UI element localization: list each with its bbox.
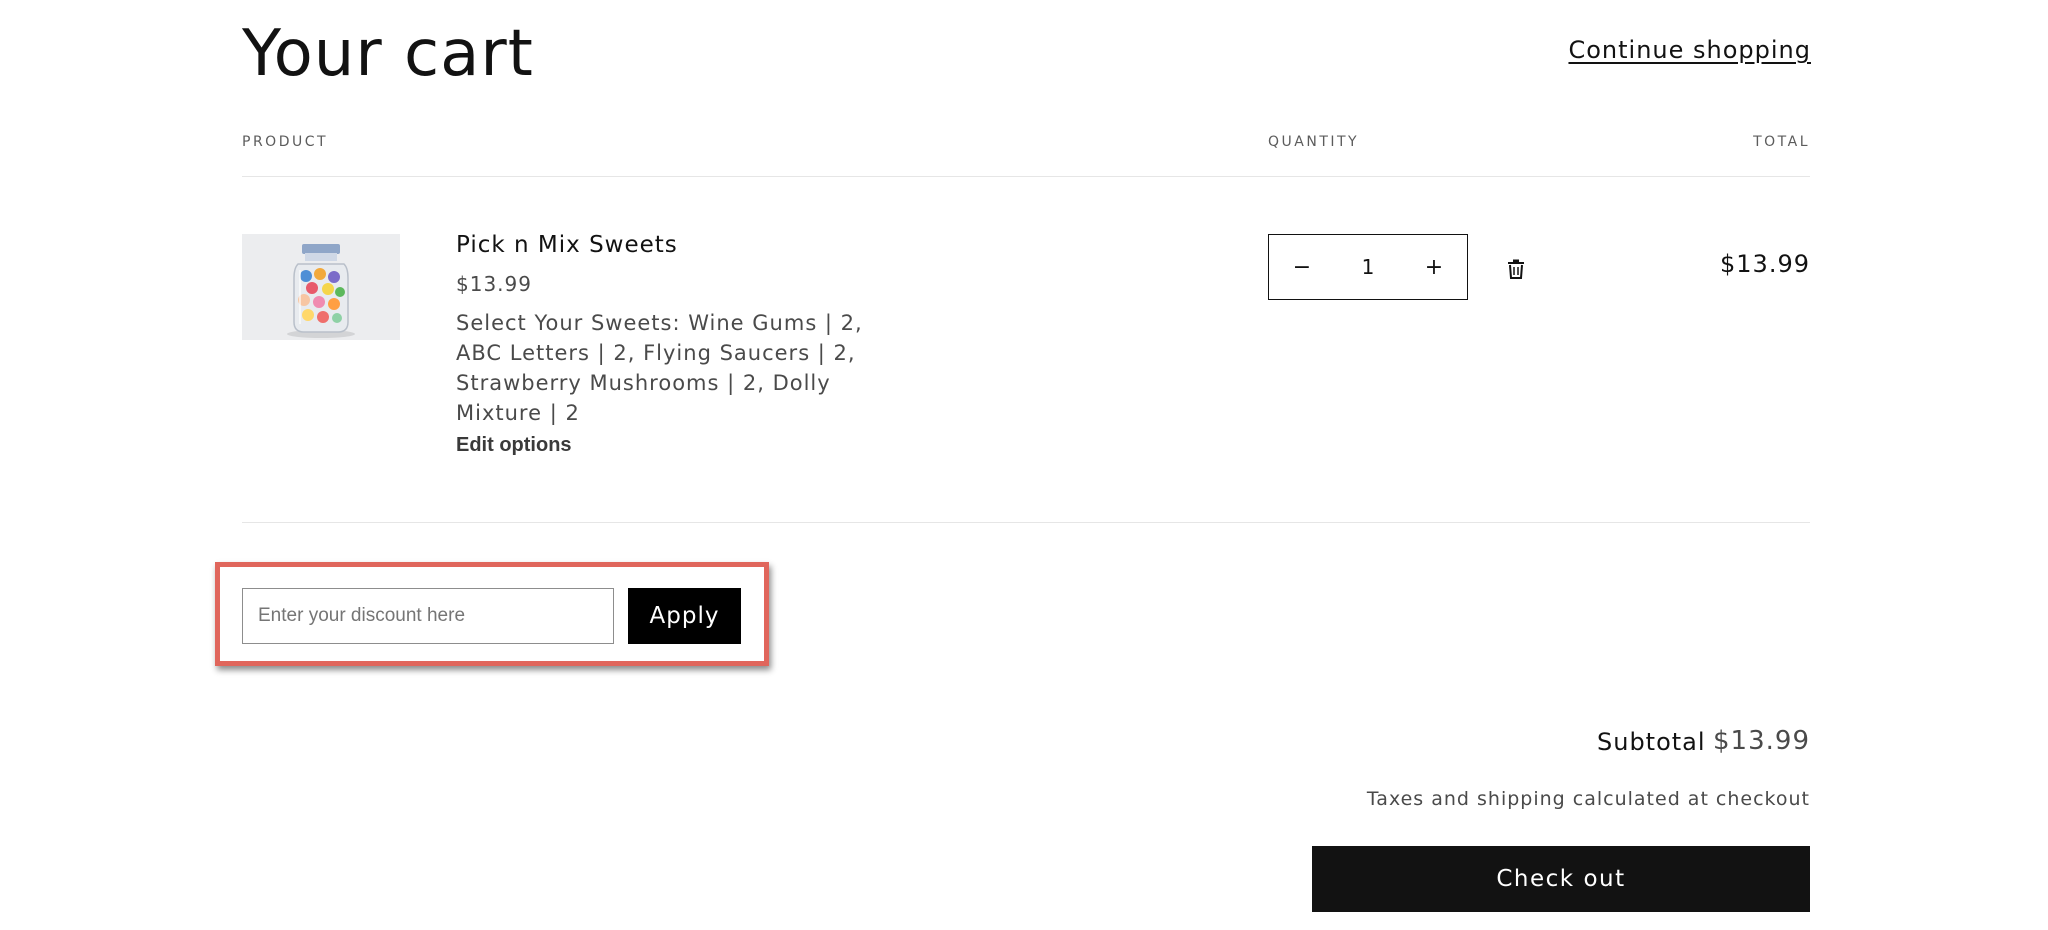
- product-options: Select Your Sweets: Wine Gums | 2, ABC L…: [456, 311, 863, 425]
- apply-discount-button[interactable]: Apply: [628, 588, 741, 644]
- column-header-total: TOTAL: [1753, 134, 1810, 150]
- product-image[interactable]: [242, 234, 400, 340]
- header-divider: [242, 176, 1810, 177]
- page-title: Your cart: [242, 17, 534, 91]
- trash-icon: [1508, 259, 1524, 279]
- items-divider: [242, 522, 1810, 523]
- product-name[interactable]: Pick n Mix Sweets: [456, 232, 678, 258]
- line-item-total: $13.99: [1720, 250, 1810, 278]
- column-header-product: PRODUCT: [242, 134, 329, 150]
- column-header-quantity: QUANTITY: [1268, 134, 1360, 150]
- product-unit-price: $13.99: [456, 272, 532, 296]
- cart-page: Your cart Continue shopping PRODUCT QUAN…: [0, 0, 2048, 930]
- quantity-value[interactable]: 1: [1335, 255, 1401, 279]
- candy-jar-image: [242, 234, 400, 340]
- checkout-button[interactable]: Check out: [1312, 846, 1810, 912]
- remove-item-button[interactable]: [1504, 256, 1528, 282]
- tax-shipping-note: Taxes and shipping calculated at checkou…: [1366, 788, 1810, 810]
- continue-shopping-link[interactable]: Continue shopping: [1568, 36, 1811, 64]
- quantity-stepper: − 1 +: [1268, 234, 1468, 300]
- edit-options-link[interactable]: Edit options: [456, 434, 572, 457]
- discount-code-input[interactable]: [242, 588, 614, 644]
- subtotal-label: Subtotal: [1597, 728, 1706, 756]
- decrease-quantity-button[interactable]: −: [1269, 235, 1335, 299]
- increase-quantity-button[interactable]: +: [1401, 235, 1467, 299]
- subtotal-value: $13.99: [1713, 726, 1810, 756]
